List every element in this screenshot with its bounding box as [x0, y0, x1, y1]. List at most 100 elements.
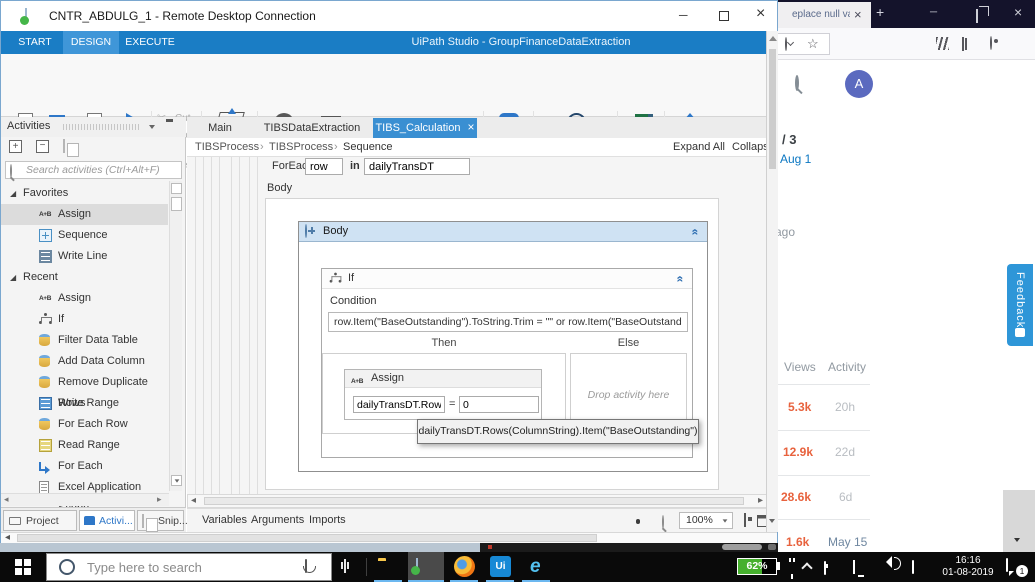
- url-bar-end[interactable]: [778, 33, 830, 55]
- tab-project[interactable]: Project: [3, 510, 77, 531]
- move-icon[interactable]: [305, 224, 307, 238]
- tree-item-for-each[interactable]: For Each: [1, 456, 168, 477]
- scroll-up-box[interactable]: [171, 183, 182, 194]
- tree-item-if[interactable]: If: [1, 309, 168, 330]
- panel-menu-icon[interactable]: [149, 125, 155, 129]
- battery-tray-icon[interactable]: [824, 561, 826, 575]
- scroll-thumb[interactable]: [769, 49, 776, 169]
- variables-tab[interactable]: Variables: [202, 514, 247, 526]
- account-icon[interactable]: [990, 36, 992, 50]
- taskbar-search[interactable]: [46, 553, 332, 581]
- activity-value[interactable]: May 15: [828, 535, 867, 549]
- close-icon[interactable]: [756, 5, 765, 23]
- rdp-titlebar[interactable]: CNTR_ABDULG_1 - Remote Desktop Connectio…: [1, 1, 777, 31]
- taskbar-item-uipath[interactable]: [484, 552, 516, 582]
- scroll-down-box[interactable]: [171, 475, 182, 486]
- tree-item-for-each-row[interactable]: For Each Row: [1, 414, 168, 435]
- network-display-icon[interactable]: [853, 560, 855, 574]
- new-tab-icon[interactable]: [876, 4, 884, 20]
- tree-vscrollbar[interactable]: [169, 181, 182, 491]
- tree-item-add-data-column[interactable]: Add Data Column: [1, 351, 168, 372]
- rdp-vscrollbar[interactable]: [766, 31, 778, 532]
- fit-to-screen-icon[interactable]: [744, 513, 746, 527]
- taskbar-search-input[interactable]: [87, 557, 297, 577]
- tree-item-filter-data-table[interactable]: Filter Data Table: [1, 330, 168, 351]
- tab-snippets[interactable]: Snip...: [137, 510, 188, 531]
- feedback-button[interactable]: Feedback: [1007, 264, 1033, 346]
- tree-item-read-range[interactable]: Read Range: [1, 435, 168, 456]
- assign-header[interactable]: A+B Assign: [345, 370, 541, 388]
- zoom-icon[interactable]: [662, 515, 664, 529]
- maximize-icon[interactable]: [719, 11, 729, 21]
- breadcrumb-item[interactable]: TIBSProcess: [195, 141, 259, 153]
- battery-indicator[interactable]: 62%: [737, 558, 777, 575]
- task-view-icon[interactable]: [344, 559, 346, 573]
- designer-hscrollbar[interactable]: [187, 494, 767, 508]
- scroll-left-icon[interactable]: [4, 494, 9, 505]
- scroll-left-icon[interactable]: [191, 495, 196, 506]
- taskbar-item-rdp[interactable]: [408, 552, 444, 582]
- doc-tab-tibs-calculation[interactable]: TIBS_Calculation: [373, 118, 477, 138]
- expand-all-link[interactable]: Expand All: [673, 141, 725, 153]
- taskbar-item-firefox[interactable]: [448, 552, 480, 582]
- tree-item-sequence[interactable]: Sequence: [1, 225, 168, 246]
- collapse-all-icon[interactable]: −: [36, 140, 49, 153]
- ribbon-tab-start[interactable]: START: [9, 31, 61, 54]
- doc-tab-main[interactable]: Main: [189, 118, 251, 138]
- tree-item-remove-duplicate-rows[interactable]: Remove Duplicate Rows: [1, 372, 168, 409]
- scroll-down-icon[interactable]: [1014, 538, 1020, 542]
- doc-tab-close-icon[interactable]: [468, 120, 475, 134]
- browser-restore-icon[interactable]: [976, 9, 978, 23]
- pocket-icon[interactable]: [785, 37, 787, 51]
- collapse-icon[interactable]: [691, 229, 701, 236]
- pages-icon[interactable]: [63, 139, 65, 153]
- browser-close-icon[interactable]: [1014, 4, 1022, 20]
- start-button[interactable]: [0, 552, 46, 582]
- tree-group-favorites[interactable]: Favorites: [1, 183, 168, 204]
- workflow-canvas[interactable]: ForEach in Body Body: [187, 157, 767, 494]
- tree-item-write-line[interactable]: Write Line: [1, 246, 168, 267]
- tree-item-assign[interactable]: A+B Assign: [1, 288, 168, 309]
- doc-tab-tibsdataextraction[interactable]: TIBSDataExtraction: [253, 118, 371, 138]
- foreach-collection-input[interactable]: [364, 158, 470, 175]
- sidebar-toggle-icon[interactable]: [962, 37, 964, 51]
- taskbar-item-explorer[interactable]: [372, 552, 404, 582]
- taskbar-item-ie[interactable]: e: [520, 552, 552, 582]
- scroll-down-icon[interactable]: [769, 519, 775, 523]
- microphone-icon[interactable]: [305, 559, 307, 573]
- ribbon-tab-design[interactable]: DESIGN: [63, 31, 119, 54]
- collapse-all-link[interactable]: Collapse All: [732, 141, 767, 153]
- minimize-icon[interactable]: [679, 8, 688, 22]
- activities-search-input[interactable]: [5, 161, 182, 179]
- scroll-up-icon[interactable]: [769, 36, 777, 41]
- tab-activities[interactable]: Activi...: [79, 510, 135, 531]
- zoom-dropdown[interactable]: 100%: [679, 512, 733, 529]
- tree-item-write-range[interactable]: Write Range: [1, 393, 168, 414]
- breadcrumb-item[interactable]: TIBSProcess: [269, 141, 333, 153]
- scroll-right-icon[interactable]: [758, 495, 763, 506]
- bookmark-star-icon[interactable]: [807, 36, 819, 52]
- expander-icon[interactable]: [10, 267, 16, 288]
- scroll-thumb[interactable]: [204, 497, 744, 505]
- browser-tab[interactable]: eplace null va: [778, 2, 871, 28]
- condition-input[interactable]: [328, 312, 688, 332]
- assign-value-input[interactable]: [459, 396, 539, 413]
- breadcrumb-item[interactable]: Sequence: [343, 141, 393, 153]
- assign-activity[interactable]: A+B Assign =: [344, 369, 542, 420]
- scroll-thumb[interactable]: [171, 197, 182, 211]
- expander-icon[interactable]: [10, 183, 16, 204]
- tree-item-assign[interactable]: A+B Assign: [1, 204, 168, 225]
- browser-minimize-icon[interactable]: [930, 7, 937, 18]
- rdp-hscrollbar[interactable]: [1, 532, 777, 543]
- ribbon-tab-execute[interactable]: EXECUTE: [121, 31, 179, 54]
- avatar[interactable]: A: [845, 70, 873, 98]
- collapse-icon[interactable]: [676, 276, 686, 283]
- scroll-left-icon[interactable]: [5, 532, 10, 543]
- clock[interactable]: 16:16 01-08-2019: [932, 555, 1004, 579]
- keyboard-icon[interactable]: [912, 560, 914, 574]
- tray-expand-icon[interactable]: [801, 562, 813, 574]
- imports-tab[interactable]: Imports: [309, 514, 346, 526]
- tree-group-recent[interactable]: Recent: [1, 267, 168, 288]
- scroll-thumb[interactable]: [17, 534, 597, 542]
- tab-close-icon[interactable]: [854, 7, 862, 22]
